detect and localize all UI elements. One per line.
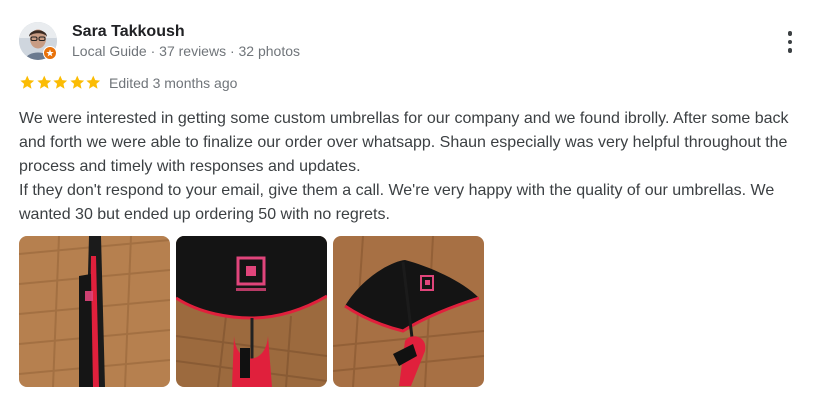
review-photo-3[interactable] [333, 236, 484, 387]
reviewer-meta: Local Guide · 37 reviews · 32 photos [72, 43, 301, 59]
star-rating [19, 74, 102, 91]
star-icon [20, 75, 35, 89]
star-icon [86, 75, 101, 89]
reviewer-name[interactable]: Sara Takkoush [72, 23, 185, 41]
star-icon [69, 75, 84, 89]
review-photos [19, 236, 484, 387]
review-paragraph: If they don't respond to your email, giv… [19, 182, 775, 223]
review-photo-2[interactable] [176, 236, 327, 387]
open-umbrella-photo-icon [176, 236, 327, 387]
review-paragraph: We were interested in getting some custo… [19, 110, 789, 175]
review-text: We were interested in getting some custo… [19, 107, 809, 227]
local-guide-badge-icon [43, 46, 57, 60]
open-umbrella-side-photo-icon [333, 236, 484, 387]
closed-umbrella-photo-icon [19, 236, 170, 387]
edited-timestamp: Edited 3 months ago [109, 75, 238, 91]
star-icon [36, 75, 51, 89]
star-icon [53, 75, 68, 89]
more-options-icon[interactable] [780, 28, 800, 56]
review-card: Sara Takkoush Local Guide · 37 reviews ·… [0, 0, 821, 396]
review-photo-1[interactable] [19, 236, 170, 387]
